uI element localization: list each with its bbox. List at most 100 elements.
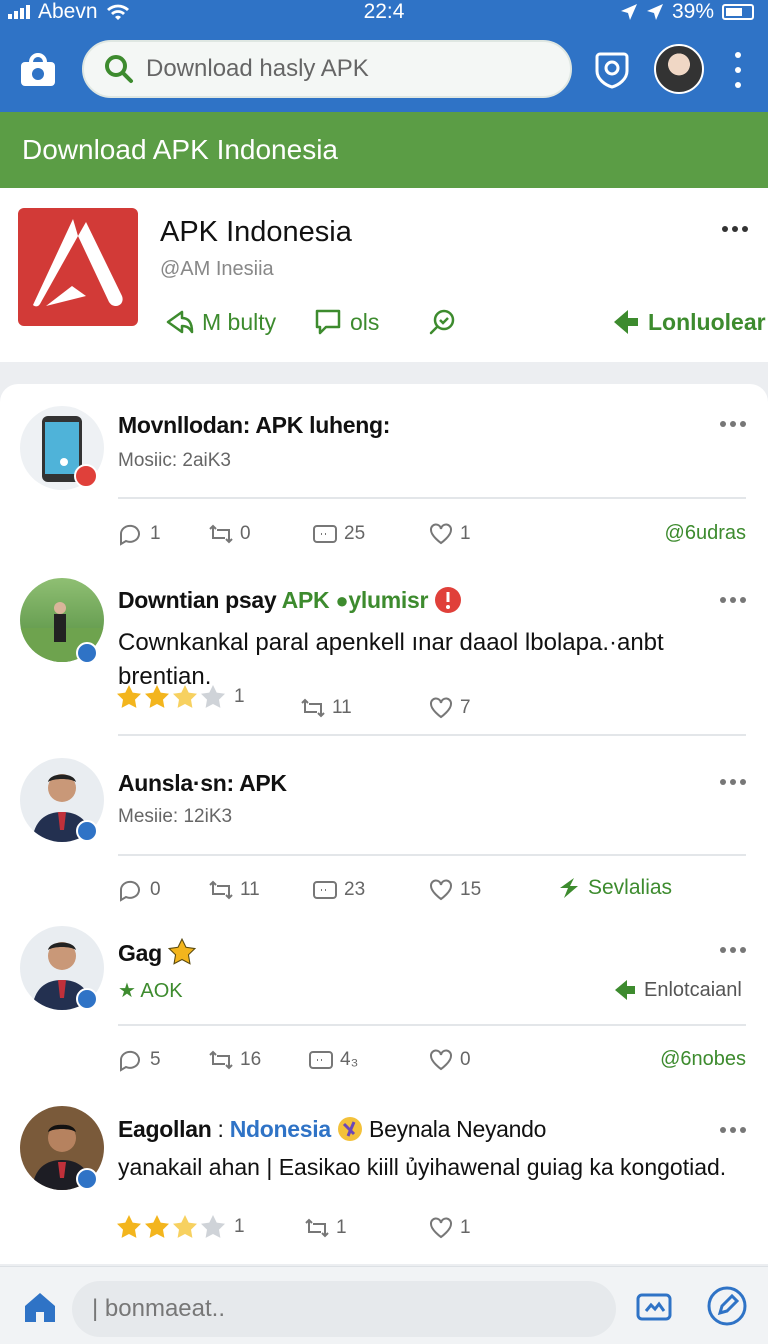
views-count: 23 bbox=[344, 879, 366, 900]
reply-count: 1 bbox=[150, 523, 161, 544]
post-body: yanakail ahan | Easikao kiill ủyihawenal… bbox=[118, 1154, 727, 1180]
views-button[interactable]: 4₃ bbox=[308, 1048, 358, 1072]
rating-stars: 1 bbox=[116, 684, 245, 710]
inline-tag-button[interactable]: Enlotcaianl bbox=[612, 978, 742, 1002]
post-tag: Sevlalias bbox=[588, 876, 673, 899]
download-button[interactable]: Lonluolear bbox=[610, 306, 766, 338]
star-icon bbox=[201, 685, 225, 708]
post-tag[interactable]: @6nobes bbox=[660, 1048, 746, 1071]
views-button[interactable]: 23 bbox=[312, 878, 365, 902]
post-title-text: Gag bbox=[118, 940, 162, 966]
divider bbox=[118, 1024, 746, 1026]
star-icon bbox=[167, 937, 197, 965]
post-more-icon[interactable] bbox=[720, 1127, 746, 1133]
location-icon bbox=[646, 4, 663, 20]
top-app-bar: Abevn 22:4 39% Download hasly APK bbox=[0, 0, 768, 112]
divider bbox=[118, 734, 746, 736]
views-count: 4₃ bbox=[340, 1049, 359, 1070]
post-more-icon[interactable] bbox=[720, 947, 746, 953]
profile-card: APK Indonesia @AM Inesiia M bulty ols Lo… bbox=[0, 188, 768, 362]
post-title-part: Downtian psay bbox=[118, 587, 277, 613]
divider bbox=[118, 854, 746, 856]
post-title: Aunsla·sn: APK bbox=[118, 770, 287, 796]
repost-button[interactable]: 11 bbox=[300, 696, 352, 720]
reply-button[interactable]: 0 bbox=[118, 878, 161, 902]
verified-badge-icon bbox=[76, 820, 98, 842]
divider bbox=[118, 497, 746, 499]
home-icon[interactable] bbox=[22, 1289, 58, 1325]
download-label: Lonluolear bbox=[648, 308, 766, 335]
repost-button[interactable]: 11 bbox=[208, 878, 260, 902]
star-icon bbox=[117, 1215, 141, 1238]
reply-button[interactable]: 5 bbox=[118, 1048, 161, 1072]
repost-icon bbox=[209, 1050, 233, 1070]
compose-input[interactable]: | bonmaeat.. bbox=[72, 1281, 616, 1337]
post-tag-button[interactable]: Sevlalias bbox=[556, 876, 672, 900]
like-button[interactable]: 1 bbox=[428, 1216, 471, 1240]
star-icon bbox=[117, 685, 141, 708]
views-button[interactable]: 25 bbox=[312, 522, 365, 546]
search-placeholder: Download hasly APK bbox=[146, 55, 369, 82]
profile-avatar[interactable] bbox=[654, 44, 704, 94]
post-title-part: Beynala Neyando bbox=[369, 1116, 547, 1142]
star-icon bbox=[173, 685, 197, 708]
battery-percent: 39% bbox=[671, 0, 714, 23]
profile-search-button[interactable] bbox=[426, 306, 464, 338]
post-tag[interactable]: @6udras bbox=[665, 522, 746, 545]
like-count: 7 bbox=[460, 697, 471, 718]
post-more-icon[interactable] bbox=[720, 779, 746, 785]
more-options-icon[interactable] bbox=[732, 52, 744, 88]
share-button[interactable]: M bulty bbox=[164, 306, 276, 338]
repost-button[interactable]: 1 bbox=[304, 1216, 347, 1240]
profile-actions: M bulty ols Lonluolear bbox=[160, 306, 766, 346]
post-more-icon[interactable] bbox=[720, 597, 746, 603]
post-more-icon[interactable] bbox=[720, 421, 746, 427]
post-subtitle: Mesiie: 12iK3 bbox=[118, 806, 233, 827]
store-icon[interactable] bbox=[18, 50, 58, 90]
shield-icon[interactable] bbox=[594, 50, 630, 90]
like-button[interactable]: 15 bbox=[428, 878, 481, 902]
download-icon bbox=[615, 980, 635, 1000]
bolt-icon bbox=[560, 878, 578, 898]
rating-count: 1 bbox=[234, 686, 245, 707]
feed: Movnllodan: APK luheng: Mosiic: 2aiK3 1 … bbox=[0, 384, 768, 1264]
profile-handle: @AM Inesiia bbox=[160, 258, 274, 280]
post-title: Eagollan : Ndonesia Beynala Neyando bbox=[118, 1116, 546, 1143]
reply-icon bbox=[119, 524, 140, 546]
like-count: 1 bbox=[460, 523, 471, 544]
reply-button[interactable]: 1 bbox=[118, 522, 161, 546]
rating-stars: 1 bbox=[116, 1214, 245, 1240]
post-title-highlight: Ndonesia bbox=[229, 1116, 331, 1142]
post-title-separator: : bbox=[217, 1116, 224, 1142]
like-button[interactable]: 0 bbox=[428, 1048, 471, 1072]
star-icon bbox=[145, 1215, 169, 1238]
heart-icon bbox=[430, 697, 452, 719]
profile-name: APK Indonesia bbox=[160, 216, 352, 248]
repost-count: 11 bbox=[332, 697, 352, 718]
repost-count: 11 bbox=[240, 879, 260, 900]
star-icon bbox=[173, 1215, 197, 1238]
comment-icon bbox=[315, 309, 341, 335]
star-icon bbox=[145, 685, 169, 708]
verified-badge-icon bbox=[76, 988, 98, 1010]
like-button[interactable]: 1 bbox=[428, 522, 471, 546]
post-title: Gag bbox=[118, 937, 197, 967]
views-count: 25 bbox=[344, 523, 366, 544]
search-bar[interactable]: Download hasly APK bbox=[82, 40, 572, 98]
like-button[interactable]: 7 bbox=[428, 696, 471, 720]
post-title: Movnllodan: APK luheng: bbox=[118, 412, 391, 438]
repost-count: 16 bbox=[240, 1049, 262, 1070]
edit-icon[interactable] bbox=[706, 1285, 748, 1327]
rating-count: 1 bbox=[234, 1216, 245, 1237]
comment-button[interactable]: ols bbox=[312, 306, 379, 338]
post-title-part: ● bbox=[335, 588, 349, 613]
status-bar: Abevn 22:4 39% bbox=[0, 0, 768, 26]
repost-count: 1 bbox=[336, 1217, 347, 1238]
repost-button[interactable]: 0 bbox=[208, 522, 251, 546]
image-icon[interactable] bbox=[636, 1291, 672, 1323]
repost-button[interactable]: 16 bbox=[208, 1048, 261, 1072]
profile-more-icon[interactable] bbox=[722, 226, 748, 232]
verified-badge-icon bbox=[76, 642, 98, 664]
reply-count: 5 bbox=[150, 1049, 161, 1070]
reply-icon bbox=[119, 880, 140, 902]
